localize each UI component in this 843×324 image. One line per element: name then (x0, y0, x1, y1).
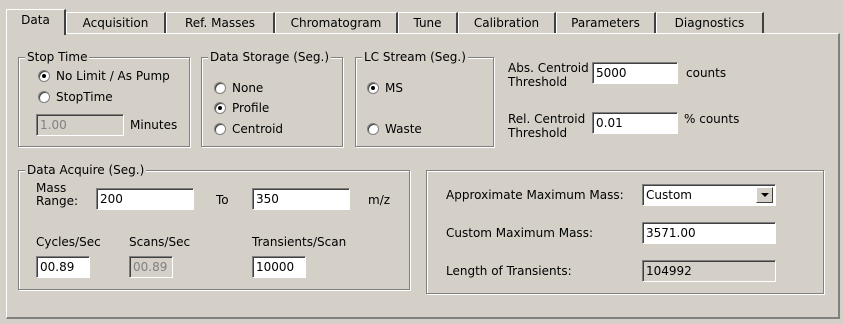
custom-maximum-mass-label: Custom Maximum Mass: (446, 226, 593, 240)
tab-chromatogram[interactable]: Chromatogram (275, 12, 398, 33)
data-storage-title: Data Storage (Seg.) (208, 49, 332, 65)
mz-unit: m/z (368, 193, 391, 207)
dropdown-button[interactable] (756, 187, 773, 203)
radio-button[interactable] (214, 82, 226, 94)
stop-time-title: Stop Time (25, 49, 90, 65)
approximate-maximum-mass-label: Approximate Maximum Mass: (446, 188, 624, 202)
radio-label: Waste (385, 122, 422, 136)
transients-per-scan-input[interactable]: 10000 (252, 256, 306, 278)
tab-calibration[interactable]: Calibration (458, 12, 556, 33)
cycles-per-sec-label: Cycles/Sec (36, 235, 101, 249)
scans-per-sec-label: Scans/Sec (129, 235, 191, 249)
abs-centroid-threshold-input[interactable]: 5000 (592, 62, 678, 84)
abs-threshold-label: Threshold (508, 75, 568, 89)
radio-label: StopTime (56, 90, 113, 104)
chevron-down-icon (761, 193, 769, 197)
rel-centroid-threshold-input[interactable]: 0.01 (592, 112, 678, 134)
radio-label: None (232, 81, 264, 95)
radio-button[interactable] (38, 70, 50, 82)
radio-label: Centroid (232, 122, 284, 136)
lc-stream-title: LC Stream (Seg.) (362, 49, 468, 65)
rel-centroid-label: Rel. Centroid (508, 112, 586, 126)
radio-selected-dot (42, 74, 46, 78)
radio-button[interactable] (367, 123, 379, 135)
cycles-per-sec-input[interactable]: 00.89 (36, 256, 90, 278)
tab-acquisition[interactable]: Acquisition (66, 12, 166, 33)
mass-from-input[interactable]: 200 (96, 188, 194, 210)
radio-button[interactable] (38, 91, 50, 103)
length-of-transients-input: 104992 (642, 260, 776, 282)
abs-counts-unit: counts (686, 66, 727, 80)
custom-maximum-mass-input[interactable]: 3571.00 (642, 222, 776, 244)
to-label: To (216, 193, 229, 207)
approximate-maximum-mass-select[interactable]: Custom (642, 184, 776, 206)
scans-per-sec-input: 00.89 (129, 256, 173, 278)
mass-to-input[interactable]: 350 (252, 188, 350, 210)
radio-button[interactable] (214, 123, 226, 135)
length-of-transients-label: Length of Transients: (446, 264, 572, 278)
tab-parameters[interactable]: Parameters (556, 12, 656, 33)
tab-strip: Data Acquisition Ref. Masses Chromatogra… (0, 0, 843, 35)
data-acquire-title: Data Acquire (Seg.) (25, 162, 147, 178)
transients-per-scan-label: Transients/Scan (252, 235, 347, 249)
radio-selected-dot (371, 86, 375, 90)
radio-button[interactable] (367, 82, 379, 94)
tab-tune[interactable]: Tune (398, 12, 458, 33)
stop-time-input: 1.00 (36, 114, 124, 136)
tab-ref-masses[interactable]: Ref. Masses (166, 12, 275, 33)
tab-diagnostics[interactable]: Diagnostics (656, 12, 764, 33)
radio-label: No Limit / As Pump (56, 69, 170, 83)
rel-counts-unit: % counts (684, 112, 740, 126)
abs-centroid-label: Abs. Centroid (508, 61, 589, 75)
tab-data[interactable]: Data (6, 9, 66, 35)
radio-selected-dot (218, 106, 222, 110)
radio-label: MS (385, 81, 403, 95)
radio-label: Profile (232, 101, 270, 115)
minutes-label: Minutes (130, 118, 178, 132)
approximate-maximum-mass-value: Custom (646, 188, 692, 202)
radio-button[interactable] (214, 102, 226, 114)
range-label: Range: (36, 194, 79, 208)
rel-threshold-label: Threshold (508, 126, 568, 140)
